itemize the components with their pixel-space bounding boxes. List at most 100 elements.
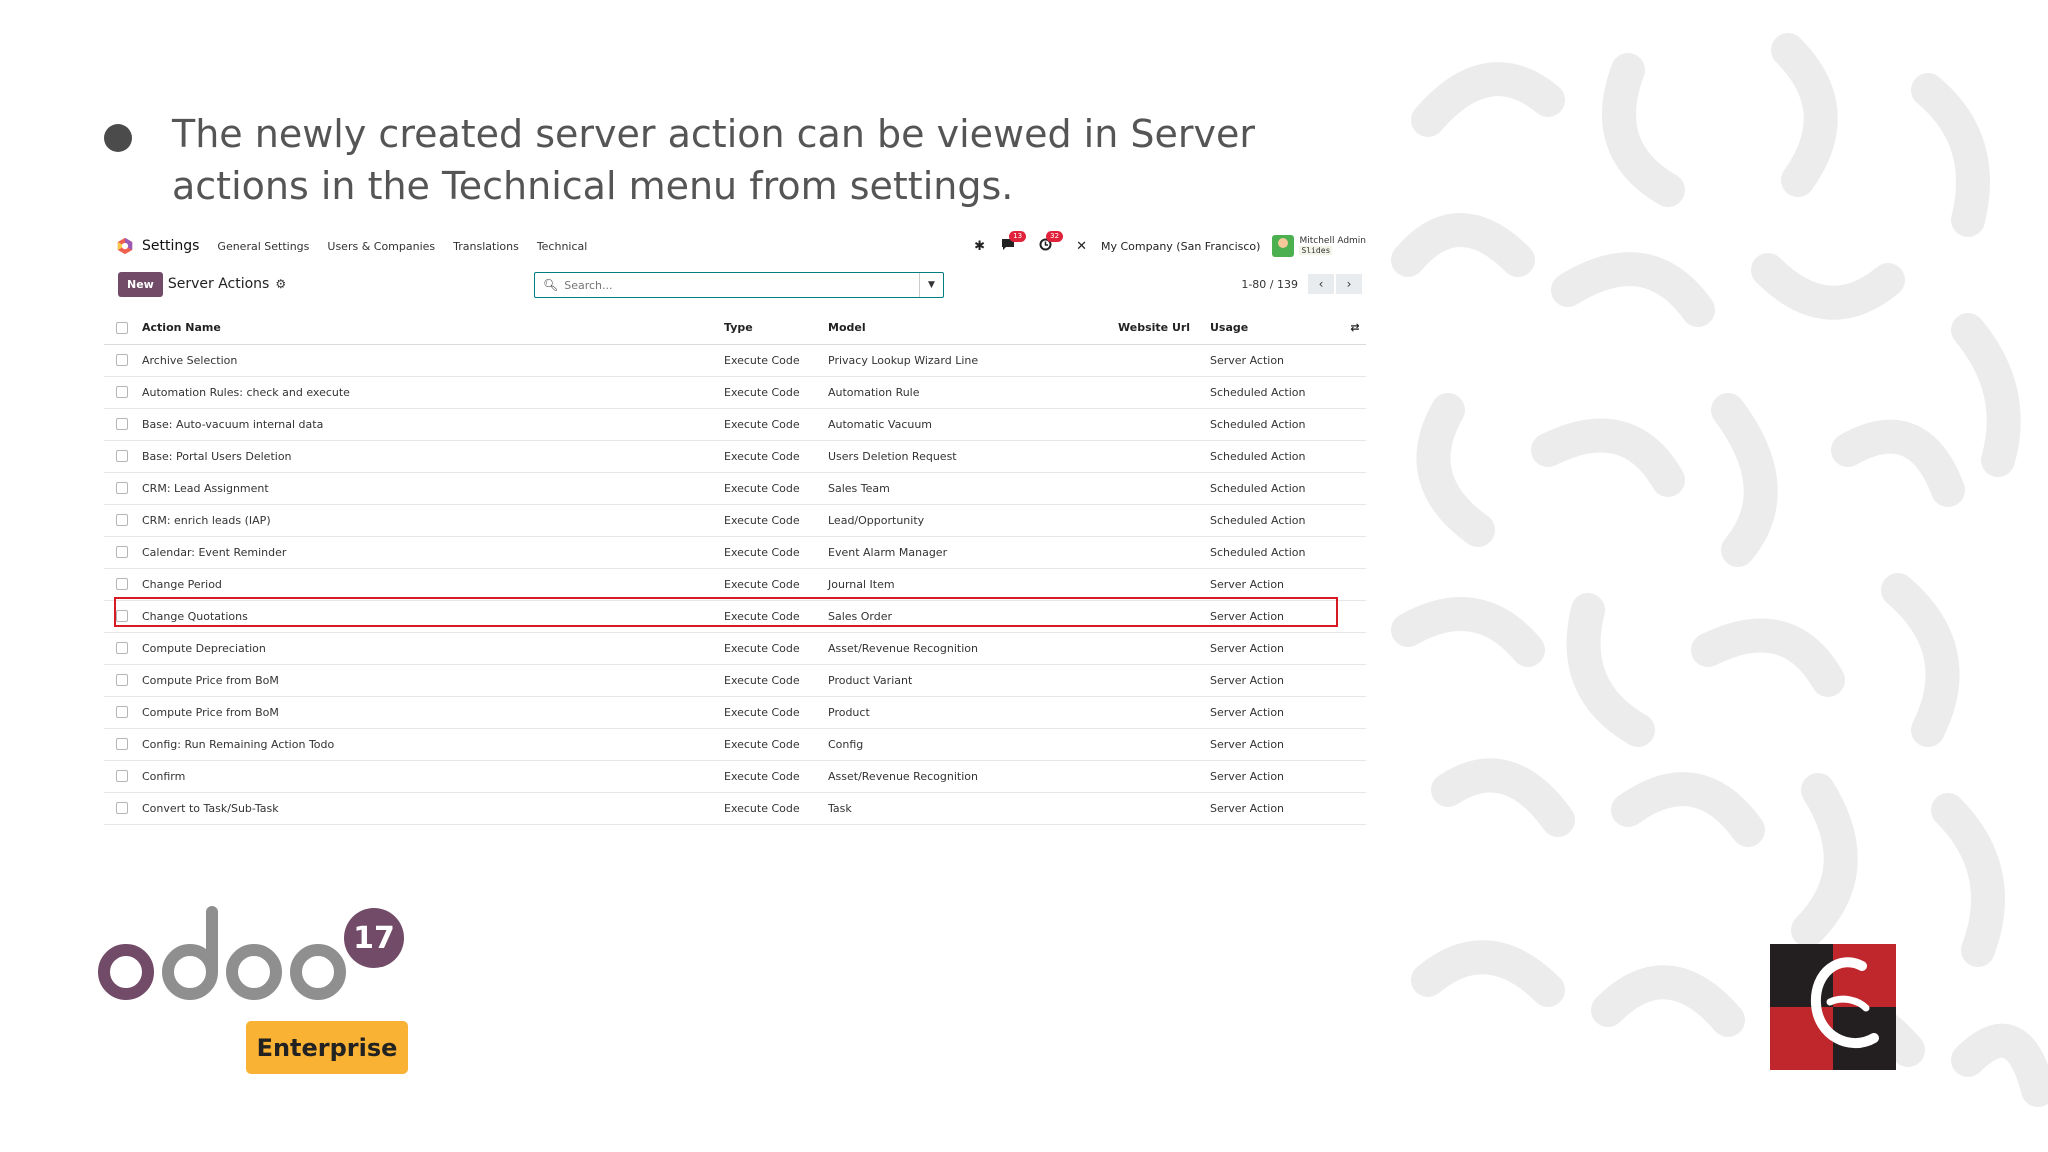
- row-checkbox-cell: [104, 472, 142, 505]
- table-row[interactable]: Change Period Execute Code Journal Item Ser…: [104, 568, 1366, 601]
- model-cell: Asset/Revenue Recognition: [828, 632, 1118, 665]
- activities-icon[interactable]: 32: [1039, 230, 1064, 255]
- row-checkbox[interactable]: [116, 642, 128, 654]
- activities-badge: 32: [1046, 230, 1064, 242]
- messages-icon[interactable]: 13: [1001, 231, 1027, 254]
- row-checkbox-cell: [104, 376, 142, 409]
- select-all-cell: [104, 312, 142, 345]
- pager: 1-80 / 139 ‹ ›: [1241, 274, 1362, 294]
- row-checkbox[interactable]: [116, 482, 128, 494]
- row-checkbox[interactable]: [116, 386, 128, 398]
- bug-icon[interactable]: ✱: [974, 239, 985, 254]
- empty-cell: [1344, 792, 1366, 825]
- website-url-cell: [1118, 472, 1210, 505]
- menu-users-companies[interactable]: Users & Companies: [327, 240, 435, 253]
- company-switcher[interactable]: My Company (San Francisco): [1101, 240, 1260, 253]
- row-checkbox[interactable]: [116, 674, 128, 686]
- select-all-checkbox[interactable]: [116, 321, 128, 334]
- row-checkbox[interactable]: [116, 450, 128, 462]
- usage-cell: Server Action: [1210, 664, 1344, 697]
- row-checkbox[interactable]: [116, 354, 128, 366]
- empty-cell: [1344, 728, 1366, 761]
- row-checkbox[interactable]: [116, 770, 128, 782]
- table-header-row: Action Name Type Model Website Url Usage…: [104, 312, 1366, 345]
- messages-badge: 13: [1009, 231, 1027, 242]
- column-website-url[interactable]: Website Url: [1118, 312, 1210, 345]
- table-row[interactable]: Calendar: Event Reminder Execute Code Even…: [104, 536, 1366, 569]
- usage-cell: Server Action: [1210, 568, 1344, 601]
- row-checkbox[interactable]: [116, 738, 128, 750]
- model-cell: Users Deletion Request: [828, 440, 1118, 473]
- model-cell: Event Alarm Manager: [828, 536, 1118, 569]
- new-button[interactable]: New: [118, 271, 163, 297]
- user-menu[interactable]: Mitchell Admin Slides: [1299, 236, 1366, 256]
- row-checkbox[interactable]: [116, 546, 128, 558]
- action-name-cell: Compute Depreciation: [142, 632, 724, 665]
- menu-technical[interactable]: Technical: [537, 240, 588, 253]
- column-usage[interactable]: Usage: [1210, 312, 1344, 345]
- column-action-name[interactable]: Action Name: [142, 312, 724, 345]
- action-name-cell: Change Period: [142, 568, 724, 601]
- server-actions-list: Action Name Type Model Website Url Usage…: [104, 312, 1366, 825]
- search-input[interactable]: [564, 278, 905, 292]
- website-url-cell: [1118, 664, 1210, 697]
- row-checkbox[interactable]: [116, 706, 128, 718]
- empty-cell: [1344, 376, 1366, 409]
- column-model[interactable]: Model: [828, 312, 1118, 345]
- model-cell: Lead/Opportunity: [828, 504, 1118, 537]
- table-row[interactable]: Archive Selection Execute Code Privacy Loo…: [104, 344, 1366, 377]
- empty-cell: [1344, 440, 1366, 473]
- menu-general-settings[interactable]: General Settings: [217, 240, 309, 253]
- type-cell: Execute Code: [724, 536, 828, 569]
- optional-columns-icon[interactable]: ⇄: [1344, 312, 1366, 345]
- usage-cell: Scheduled Action: [1210, 376, 1344, 409]
- type-cell: Execute Code: [724, 600, 828, 633]
- table-row[interactable]: CRM: Lead Assignment Execute Code Sales Te…: [104, 472, 1366, 505]
- row-checkbox[interactable]: [116, 610, 128, 622]
- usage-cell: Scheduled Action: [1210, 440, 1344, 473]
- action-name-cell: Confirm: [142, 760, 724, 793]
- table-row[interactable]: Compute Price from BoM Execute Code Produc…: [104, 664, 1366, 697]
- table-row[interactable]: Base: Auto-vacuum internal data Execute C…: [104, 408, 1366, 441]
- model-cell: Journal Item: [828, 568, 1118, 601]
- search-options-toggle[interactable]: ▼: [919, 273, 943, 297]
- enterprise-badge: Enterprise: [246, 1021, 408, 1074]
- website-url-cell: [1118, 536, 1210, 569]
- table-row[interactable]: Base: Portal Users Deletion Execute Code U…: [104, 440, 1366, 473]
- debug-tools-icon[interactable]: ✕: [1076, 239, 1087, 254]
- pager-previous-button[interactable]: ‹: [1308, 274, 1334, 294]
- menu-translations[interactable]: Translations: [453, 240, 519, 253]
- usage-cell: Server Action: [1210, 760, 1344, 793]
- row-checkbox[interactable]: [116, 418, 128, 430]
- table-row[interactable]: Compute Price from BoM Execute Code Produc…: [104, 696, 1366, 729]
- top-navbar: Settings General Settings Users & Compan…: [104, 228, 1366, 264]
- table-row[interactable]: CRM: enrich leads (IAP) Execute Code Lead/…: [104, 504, 1366, 537]
- table-row[interactable]: Convert to Task/Sub-Task Execute Code Task…: [104, 792, 1366, 825]
- row-checkbox-cell: [104, 728, 142, 761]
- cybrosys-logo: [1770, 944, 1896, 1070]
- row-checkbox-cell: [104, 568, 142, 601]
- table-row[interactable]: Config: Run Remaining Action Todo Execute…: [104, 728, 1366, 761]
- table-row[interactable]: Confirm Execute Code Asset/Revenue Recogni…: [104, 760, 1366, 793]
- app-name[interactable]: Settings: [142, 238, 199, 254]
- table-row[interactable]: Change Quotations Execute Code Sales Order…: [104, 600, 1366, 633]
- action-name-cell: Compute Price from BoM: [142, 696, 724, 729]
- type-cell: Execute Code: [724, 696, 828, 729]
- table-row[interactable]: Automation Rules: check and execute Execu…: [104, 376, 1366, 409]
- control-panel: New Server Actions ⚙ 🔍︎ ▼ 1-80 / 139 ‹ ›: [104, 264, 1366, 304]
- pager-value[interactable]: 1-80 / 139: [1241, 278, 1298, 291]
- bullet-dot: [104, 124, 132, 152]
- systray: ✱ 13 32 ✕ My Company (San Francisco) Mit…: [966, 228, 1366, 264]
- pager-next-button[interactable]: ›: [1336, 274, 1362, 294]
- row-checkbox[interactable]: [116, 802, 128, 814]
- row-checkbox[interactable]: [116, 578, 128, 590]
- row-checkbox-cell: [104, 344, 142, 377]
- user-avatar[interactable]: [1272, 235, 1295, 257]
- type-cell: Execute Code: [724, 760, 828, 793]
- row-checkbox[interactable]: [116, 514, 128, 526]
- table-row[interactable]: Compute Depreciation Execute Code Asset/Re…: [104, 632, 1366, 665]
- gear-icon[interactable]: ⚙: [275, 277, 286, 291]
- column-type[interactable]: Type: [724, 312, 828, 345]
- settings-app-icon[interactable]: [116, 237, 134, 255]
- database-name: Slides: [1299, 246, 1333, 255]
